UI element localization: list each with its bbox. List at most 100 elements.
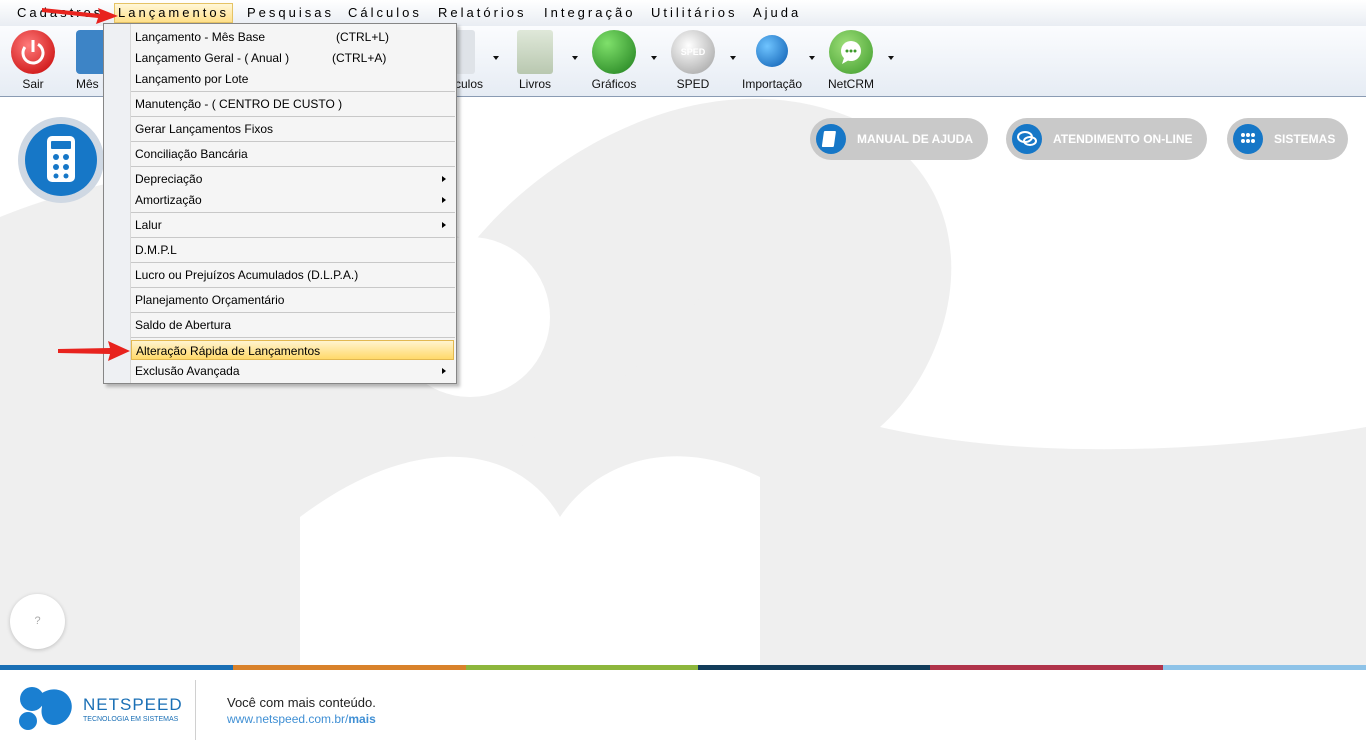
menu-item-saldo-de-abertura[interactable]: Saldo de Abertura [131, 315, 454, 335]
toolbar-livros-button[interactable]: Livros [505, 26, 565, 96]
sped-dropdown-arrow[interactable] [730, 56, 736, 60]
menu-separator [131, 116, 455, 117]
menu-separator [131, 91, 455, 92]
menu-separator [131, 166, 455, 167]
footer-link-prefix: www.netspeed.com.br/ [227, 712, 349, 726]
brand-name: NETSPEED [83, 695, 183, 714]
submenu-arrow-icon [442, 176, 446, 182]
menu-item-label: D.M.P.L [135, 243, 177, 257]
sistemas-label: SISTEMAS [1274, 132, 1336, 146]
submenu-arrow-icon [442, 368, 446, 374]
menu-item-label: Exclusão Avançada [135, 364, 240, 378]
calculator-emblem [18, 117, 104, 203]
calculator-emblem-inner [25, 124, 97, 196]
menu-calculos[interactable]: Cálculos [345, 4, 425, 22]
menu-item-lancamento-geral[interactable]: Lançamento Geral - ( Anual ) (CTRL+A) [131, 48, 454, 68]
menu-separator [131, 237, 455, 238]
toolbar-netcrm-button[interactable]: NetCRM [821, 26, 881, 96]
menu-separator [131, 287, 455, 288]
chat-bubbles-icon [1012, 124, 1042, 154]
netspeed-logo-icon [19, 687, 72, 730]
menu-item-label: Lançamento - Mês Base [135, 30, 266, 44]
pie-chart-icon [592, 30, 636, 74]
menu-item-dmpl[interactable]: D.M.P.L [131, 240, 454, 260]
books-icon [517, 30, 553, 74]
menu-utilitarios[interactable]: Utilitários [648, 4, 740, 22]
toolbar-graficos-button[interactable]: Gráficos [584, 26, 644, 96]
menu-lancamentos[interactable]: Lançamentos [114, 3, 234, 23]
globe-icon [756, 35, 788, 67]
menu-item-label: Lançamento Geral - ( Anual ) [135, 51, 290, 65]
brand-tagline: TECNOLOGIA EM SISTEMAS [83, 716, 179, 723]
menu-item-planejamento-orcamentario[interactable]: Planejamento Orçamentário [131, 290, 454, 310]
menu-item-label: Planejamento Orçamentário [135, 293, 285, 307]
menu-ajuda[interactable]: Ajuda [750, 4, 804, 22]
chat-icon [829, 30, 873, 74]
manual-de-ajuda-button[interactable]: MANUAL DE AJUDA [810, 118, 988, 160]
menu-icon-strip [104, 24, 131, 383]
menu-item-lucro-prejuizos[interactable]: Lucro ou Prejuízos Acumulados (D.L.P.A.) [131, 265, 454, 285]
menu-pesquisas[interactable]: Pesquisas [244, 4, 337, 22]
menu-item-shortcut: (CTRL+L) [336, 30, 390, 44]
menu-item-label: Saldo de Abertura [135, 318, 232, 332]
menu-item-exclusao-avancada[interactable]: Exclusão Avançada [131, 361, 454, 381]
importacao-dropdown-arrow[interactable] [809, 56, 815, 60]
atendimento-online-button[interactable]: ATENDIMENTO ON-LINE [1006, 118, 1207, 160]
submenu-arrow-icon [442, 222, 446, 228]
sistemas-button[interactable]: SISTEMAS [1227, 118, 1348, 160]
footer-link[interactable]: www.netspeed.com.br/mais [227, 712, 376, 726]
menu-item-label: Manutenção - ( CENTRO DE CUSTO ) [135, 97, 343, 111]
graficos-dropdown-arrow[interactable] [651, 56, 657, 60]
menu-item-label: Lançamento por Lote [135, 72, 249, 86]
menu-item-alteracao-rapida[interactable]: Alteração Rápida de Lançamentos [131, 340, 454, 360]
toolbar-sped-button[interactable]: SPED SPED [663, 26, 723, 96]
menu-item-depreciacao[interactable]: Depreciação [131, 169, 454, 189]
menu-item-label: Gerar Lançamentos Fixos [135, 122, 274, 136]
menu-relatorios[interactable]: Relatórios [435, 4, 530, 22]
menu-item-gerar-lancamentos-fixos[interactable]: Gerar Lançamentos Fixos [131, 119, 454, 139]
menu-separator [131, 212, 455, 213]
menu-separator [131, 141, 455, 142]
menu-item-label: Amortização [135, 193, 202, 207]
menu-item-label: Alteração Rápida de Lançamentos [136, 344, 321, 358]
annotation-arrow-bottom [58, 341, 130, 361]
toolbar-sair-button[interactable]: Sair [3, 26, 63, 96]
footer: NETSPEED TECNOLOGIA EM SISTEMAS Você com… [0, 670, 1366, 747]
menu-item-label: Lalur [135, 218, 162, 232]
power-icon [11, 30, 55, 74]
menu-item-label: Lucro ou Prejuízos Acumulados (D.L.P.A.) [135, 268, 359, 282]
livros-dropdown-arrow[interactable] [572, 56, 578, 60]
toolbar-importacao-label: Importação [742, 77, 803, 91]
footer-link-suffix: mais [348, 712, 376, 726]
submenu-arrow-icon [442, 197, 446, 203]
footer-line-1: Você com mais conteúdo. [227, 695, 376, 710]
menu-separator [131, 337, 455, 338]
menu-item-lancamento-por-lote[interactable]: Lançamento por Lote [131, 69, 454, 89]
grid-dots-icon [1233, 124, 1263, 154]
menu-item-manutencao[interactable]: Manutenção - ( CENTRO DE CUSTO ) [131, 94, 454, 114]
menu-integracao[interactable]: Integração [541, 4, 638, 22]
lancamentos-dropdown-menu: Lançamento - Mês Base (CTRL+L) Lançament… [103, 23, 457, 384]
netcrm-dropdown-arrow[interactable] [888, 56, 894, 60]
menu-item-amortizacao[interactable]: Amortização [131, 190, 454, 210]
toolbar-netcrm-label: NetCRM [827, 77, 874, 91]
toolbar-graficos-label: Gráficos [591, 77, 637, 91]
menu-item-label: Depreciação [135, 172, 203, 186]
calculator-icon [455, 30, 475, 74]
help-button[interactable]: ? [10, 594, 65, 649]
manual-de-ajuda-label: MANUAL DE AJUDA [857, 132, 974, 146]
toolbar-sair-label: Sair [22, 77, 44, 91]
menu-item-lancamento-mes-base[interactable]: Lançamento - Mês Base (CTRL+L) [131, 27, 454, 47]
menu-item-conciliacao-bancaria[interactable]: Conciliação Bancária [131, 144, 454, 164]
book-icon [816, 124, 846, 154]
menu-item-label: Conciliação Bancária [135, 147, 248, 161]
annotation-arrow-top [42, 8, 118, 24]
menu-separator [131, 312, 455, 313]
menu-separator [131, 262, 455, 263]
toolbar-importacao-button[interactable]: Importação [742, 26, 802, 96]
menu-item-lalur[interactable]: Lalur [131, 215, 454, 235]
atendimento-online-label: ATENDIMENTO ON-LINE [1053, 132, 1193, 146]
footer-divider [195, 680, 196, 740]
calculos-dropdown-arrow[interactable] [493, 56, 499, 60]
toolbar-livros-label: Livros [518, 77, 551, 91]
